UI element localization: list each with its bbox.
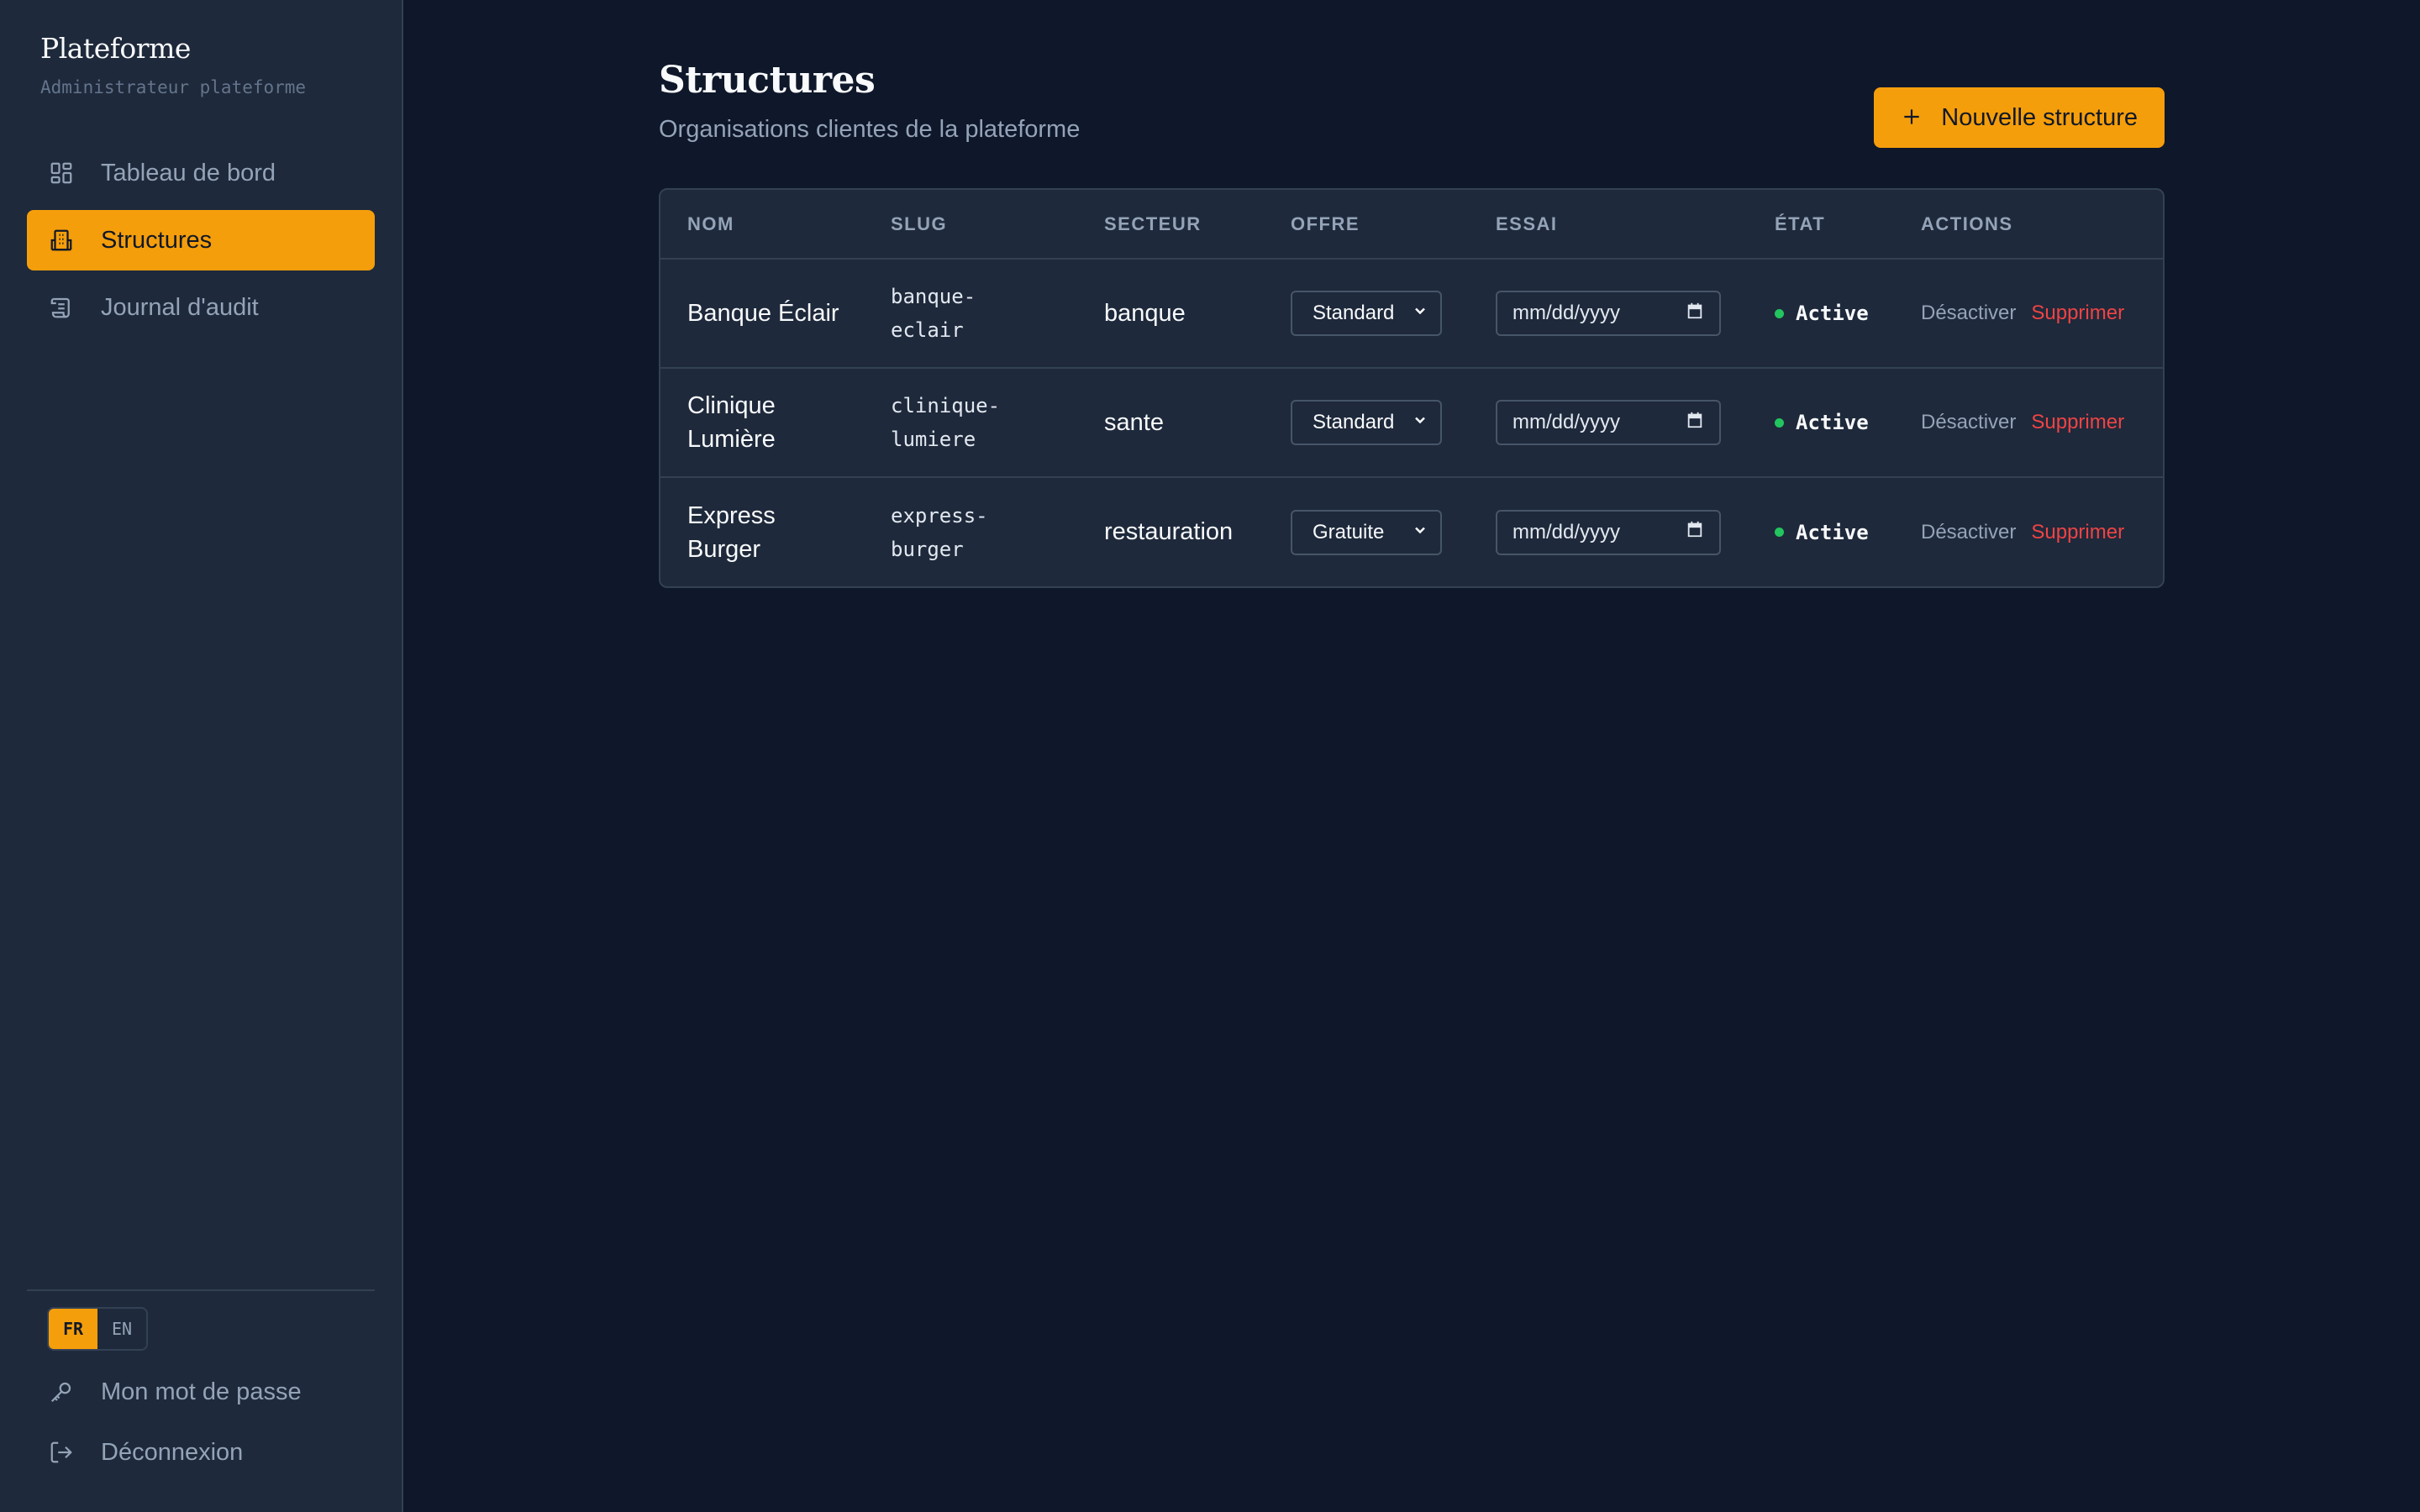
- status-text: Active: [1796, 302, 1869, 325]
- page-subtitle: Organisations clientes de la plateforme: [659, 116, 1081, 143]
- sidebar-item-structures[interactable]: Structures: [27, 210, 375, 270]
- trial-date-input[interactable]: mm/dd/yyyy: [1496, 400, 1721, 445]
- table-header-row: NOM SLUG SECTEUR OFFRE ESSAI ÉTAT ACTION…: [660, 190, 2163, 260]
- column-header-actions: ACTIONS: [1894, 190, 2163, 260]
- logout-link[interactable]: Déconnexion: [47, 1438, 243, 1467]
- scroll-icon: [47, 293, 76, 322]
- sidebar-divider: [27, 1289, 375, 1291]
- column-header-sector: SECTEUR: [1077, 190, 1264, 260]
- structure-slug: express-burger: [891, 503, 988, 561]
- change-password-label: Mon mot de passe: [101, 1378, 302, 1405]
- delete-button[interactable]: Supprimer: [2031, 302, 2124, 325]
- structure-name: Express Burger: [687, 501, 776, 563]
- building-icon: [47, 226, 76, 255]
- status-dot-icon: [1775, 417, 1784, 428]
- deactivate-button[interactable]: Désactiver: [1921, 521, 2016, 544]
- page-title: Structures: [659, 59, 876, 102]
- offer-select-value: Standard: [1313, 302, 1395, 324]
- sidebar-nav: Tableau de bord Structures Journal d'aud…: [27, 143, 375, 344]
- status-dot-icon: [1775, 528, 1784, 537]
- offer-select[interactable]: Gratuite: [1291, 509, 1442, 555]
- table-row: Clinique Lumière clinique-lumiere sante …: [660, 368, 2163, 477]
- delete-button[interactable]: Supprimer: [2031, 521, 2124, 544]
- trial-date-placeholder: mm/dd/yyyy: [1512, 302, 1621, 324]
- brand-title: Plateforme: [40, 32, 191, 65]
- language-fr-button[interactable]: FR: [49, 1309, 97, 1349]
- deactivate-button[interactable]: Désactiver: [1921, 411, 2016, 434]
- structure-sector: banque: [1104, 299, 1186, 327]
- row-actions: Désactiver Supprimer: [1921, 521, 2163, 544]
- logout-icon: [47, 1438, 76, 1467]
- logout-label: Déconnexion: [101, 1438, 244, 1466]
- row-actions: Désactiver Supprimer: [1921, 411, 2163, 434]
- structure-sector: restauration: [1104, 518, 1234, 545]
- trial-date-placeholder: mm/dd/yyyy: [1512, 411, 1621, 433]
- sidebar-item-label: Journal d'audit: [101, 293, 259, 321]
- chevron-down-icon: [1412, 411, 1428, 434]
- plus-icon: [1901, 102, 1923, 133]
- structure-slug: banque-eclair: [891, 285, 976, 342]
- chevron-down-icon: [1412, 521, 1428, 544]
- status-text: Active: [1796, 520, 1869, 544]
- row-actions: Désactiver Supprimer: [1921, 302, 2163, 325]
- trial-date-input[interactable]: mm/dd/yyyy: [1496, 509, 1721, 555]
- status-badge: Active: [1775, 302, 1894, 325]
- dashboard-icon: [47, 159, 76, 187]
- chevron-down-icon: [1412, 302, 1428, 325]
- status-dot-icon: [1775, 308, 1784, 318]
- offer-select[interactable]: Standard: [1291, 400, 1442, 445]
- new-structure-button[interactable]: Nouvelle structure: [1874, 87, 2165, 148]
- sidebar-item-label: Structures: [101, 226, 213, 254]
- status-badge: Active: [1775, 521, 1894, 544]
- status-text: Active: [1796, 411, 1869, 434]
- change-password-link[interactable]: Mon mot de passe: [47, 1378, 302, 1406]
- offer-select-value: Gratuite: [1313, 520, 1385, 543]
- sidebar-item-audit-log[interactable]: Journal d'audit: [27, 277, 375, 338]
- key-icon: [47, 1378, 76, 1406]
- language-switcher: FR EN: [47, 1307, 148, 1351]
- status-badge: Active: [1775, 411, 1894, 434]
- column-header-offer: OFFRE: [1264, 190, 1469, 260]
- sidebar-item-label: Tableau de bord: [101, 159, 276, 186]
- brand-subtitle: Administrateur plateforme: [40, 77, 307, 97]
- language-en-button[interactable]: EN: [97, 1309, 146, 1349]
- structure-slug: clinique-lumiere: [891, 394, 1001, 451]
- table-row: Banque Éclair banque-eclair banque Stand…: [660, 259, 2163, 368]
- delete-button[interactable]: Supprimer: [2031, 411, 2124, 434]
- table-row: Express Burger express-burger restaurati…: [660, 477, 2163, 586]
- trial-date-placeholder: mm/dd/yyyy: [1512, 520, 1621, 543]
- calendar-icon[interactable]: [1686, 520, 1704, 544]
- offer-select[interactable]: Standard: [1291, 291, 1442, 336]
- column-header-state: ÉTAT: [1748, 190, 1894, 260]
- sidebar: Plateforme Administrateur plateforme Tab…: [0, 0, 403, 1512]
- offer-select-value: Standard: [1313, 411, 1395, 433]
- trial-date-input[interactable]: mm/dd/yyyy: [1496, 291, 1721, 336]
- calendar-icon[interactable]: [1686, 302, 1704, 326]
- sidebar-item-dashboard[interactable]: Tableau de bord: [27, 143, 375, 203]
- new-structure-label: Nouvelle structure: [1941, 103, 2138, 131]
- structure-name: Banque Éclair: [687, 300, 839, 327]
- column-header-trial: ESSAI: [1469, 190, 1748, 260]
- calendar-icon[interactable]: [1686, 411, 1704, 435]
- structure-sector: sante: [1104, 408, 1164, 436]
- structure-name: Clinique Lumière: [687, 392, 776, 453]
- column-header-slug: SLUG: [864, 190, 1077, 260]
- column-header-name: NOM: [660, 190, 864, 260]
- structures-table: NOM SLUG SECTEUR OFFRE ESSAI ÉTAT ACTION…: [659, 188, 2165, 588]
- deactivate-button[interactable]: Désactiver: [1921, 302, 2016, 325]
